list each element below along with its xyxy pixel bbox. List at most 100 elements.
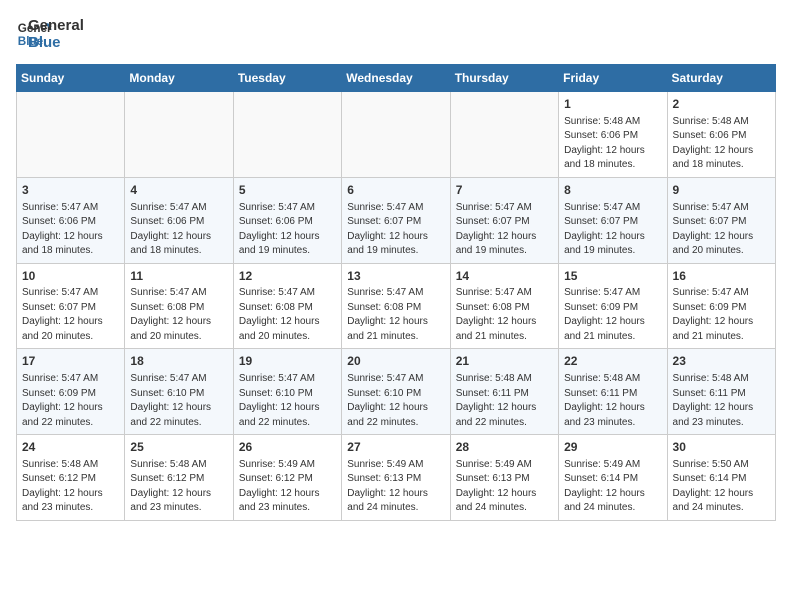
day-info: Sunrise: 5:47 AMSunset: 6:08 PMDaylight:…: [239, 286, 336, 344]
calendar-cell: 7 Sunrise: 5:47 AMSunset: 6:07 PMDaylight…: [450, 177, 558, 263]
day-number: 1: [564, 96, 661, 113]
calendar-header-friday: Friday: [559, 65, 667, 92]
day-info: Sunrise: 5:47 AMSunset: 6:10 PMDaylight:…: [347, 372, 444, 430]
day-number: 16: [673, 268, 770, 285]
day-info: Sunrise: 5:47 AMSunset: 6:06 PMDaylight:…: [22, 201, 119, 259]
calendar-cell: 24Sunrise: 5:48 AMSunset: 6:12 PMDayligh…: [17, 435, 125, 521]
calendar-cell: 5 Sunrise: 5:47 AMSunset: 6:06 PMDaylight…: [233, 177, 341, 263]
calendar-cell: 14Sunrise: 5:47 AMSunset: 6:08 PMDayligh…: [450, 263, 558, 349]
day-info: Sunrise: 5:49 AMSunset: 6:13 PMDaylight:…: [347, 458, 444, 516]
day-info: Sunrise: 5:47 AMSunset: 6:06 PMDaylight:…: [239, 201, 336, 259]
calendar-header-tuesday: Tuesday: [233, 65, 341, 92]
day-number: 17: [22, 353, 119, 370]
day-info: Sunrise: 5:47 AMSunset: 6:07 PMDaylight:…: [564, 201, 661, 259]
day-number: 27: [347, 439, 444, 456]
day-info: Sunrise: 5:47 AMSunset: 6:07 PMDaylight:…: [347, 201, 444, 259]
calendar-cell: 6 Sunrise: 5:47 AMSunset: 6:07 PMDaylight…: [342, 177, 450, 263]
calendar-week-4: 17 Sunrise: 5:47 AMSunset: 6:09 PMDayligh…: [17, 349, 776, 435]
calendar-cell: 10Sunrise: 5:47 AMSunset: 6:07 PMDayligh…: [17, 263, 125, 349]
calendar-cell: 23 Sunrise: 5:48 AMSunset: 6:11 PMDayligh…: [667, 349, 775, 435]
calendar-cell: 18 Sunrise: 5:47 AMSunset: 6:10 PMDayligh…: [125, 349, 233, 435]
calendar-cell: 4 Sunrise: 5:47 AMSunset: 6:06 PMDaylight…: [125, 177, 233, 263]
calendar-cell: 25Sunrise: 5:48 AMSunset: 6:12 PMDayligh…: [125, 435, 233, 521]
day-info: Sunrise: 5:48 AMSunset: 6:12 PMDaylight:…: [130, 458, 227, 516]
day-number: 4: [130, 182, 227, 199]
day-number: 6: [347, 182, 444, 199]
day-info: Sunrise: 5:50 AMSunset: 6:14 PMDaylight:…: [673, 458, 770, 516]
day-info: Sunrise: 5:49 AMSunset: 6:12 PMDaylight:…: [239, 458, 336, 516]
day-number: 30: [673, 439, 770, 456]
day-number: 19: [239, 353, 336, 370]
calendar-cell: 30 Sunrise: 5:50 AMSunset: 6:14 PMDayligh…: [667, 435, 775, 521]
calendar-week-3: 10Sunrise: 5:47 AMSunset: 6:07 PMDayligh…: [17, 263, 776, 349]
day-number: 7: [456, 182, 553, 199]
day-number: 12: [239, 268, 336, 285]
day-info: Sunrise: 5:49 AMSunset: 6:14 PMDaylight:…: [564, 458, 661, 516]
calendar-header-thursday: Thursday: [450, 65, 558, 92]
calendar-week-2: 3Sunrise: 5:47 AMSunset: 6:06 PMDaylight…: [17, 177, 776, 263]
calendar-header-sunday: Sunday: [17, 65, 125, 92]
calendar-week-1: 1 Sunrise: 5:48 AMSunset: 6:06 PMDaylight…: [17, 92, 776, 178]
calendar-cell: 17 Sunrise: 5:47 AMSunset: 6:09 PMDayligh…: [17, 349, 125, 435]
day-number: 2: [673, 96, 770, 113]
calendar-cell: [233, 92, 341, 178]
calendar-cell: 26 Sunrise: 5:49 AMSunset: 6:12 PMDayligh…: [233, 435, 341, 521]
calendar-cell: 8 Sunrise: 5:47 AMSunset: 6:07 PMDaylight…: [559, 177, 667, 263]
day-number: 24: [22, 439, 119, 456]
calendar-cell: 13Sunrise: 5:47 AMSunset: 6:08 PMDayligh…: [342, 263, 450, 349]
calendar-cell: [450, 92, 558, 178]
day-number: 15: [564, 268, 661, 285]
day-info: Sunrise: 5:48 AMSunset: 6:11 PMDaylight:…: [673, 372, 770, 430]
day-number: 5: [239, 182, 336, 199]
day-number: 9: [673, 182, 770, 199]
calendar-cell: 9 Sunrise: 5:47 AMSunset: 6:07 PMDaylight…: [667, 177, 775, 263]
day-info: Sunrise: 5:49 AMSunset: 6:13 PMDaylight:…: [456, 458, 553, 516]
day-info: Sunrise: 5:47 AMSunset: 6:07 PMDaylight:…: [22, 286, 119, 344]
day-info: Sunrise: 5:47 AMSunset: 6:07 PMDaylight:…: [673, 201, 770, 259]
calendar-cell: 20 Sunrise: 5:47 AMSunset: 6:10 PMDayligh…: [342, 349, 450, 435]
day-number: 28: [456, 439, 553, 456]
calendar-cell: 11Sunrise: 5:47 AMSunset: 6:08 PMDayligh…: [125, 263, 233, 349]
logo: General Blue General Blue: [16, 16, 84, 52]
day-info: Sunrise: 5:47 AMSunset: 6:09 PMDaylight:…: [673, 286, 770, 344]
day-info: Sunrise: 5:47 AMSunset: 6:10 PMDaylight:…: [130, 372, 227, 430]
day-info: Sunrise: 5:47 AMSunset: 6:07 PMDaylight:…: [456, 201, 553, 259]
calendar-cell: 12Sunrise: 5:47 AMSunset: 6:08 PMDayligh…: [233, 263, 341, 349]
calendar-cell: 29 Sunrise: 5:49 AMSunset: 6:14 PMDayligh…: [559, 435, 667, 521]
day-info: Sunrise: 5:48 AMSunset: 6:11 PMDaylight:…: [456, 372, 553, 430]
calendar-cell: 22 Sunrise: 5:48 AMSunset: 6:11 PMDayligh…: [559, 349, 667, 435]
day-number: 22: [564, 353, 661, 370]
calendar-header-wednesday: Wednesday: [342, 65, 450, 92]
page-header: General Blue General Blue: [16, 16, 776, 52]
calendar-table: SundayMondayTuesdayWednesdayThursdayFrid…: [16, 64, 776, 521]
calendar-week-5: 24 Sunrise: 5:48 AMSunset: 6:12 PMDayligh…: [17, 435, 776, 521]
day-number: 29: [564, 439, 661, 456]
day-info: Sunrise: 5:48 AMSunset: 6:06 PMDaylight:…: [564, 115, 661, 173]
day-number: 11: [130, 268, 227, 285]
day-info: Sunrise: 5:47 AMSunset: 6:09 PMDaylight:…: [22, 372, 119, 430]
day-info: Sunrise: 5:47 AMSunset: 6:08 PMDaylight:…: [347, 286, 444, 344]
day-number: 10: [22, 268, 119, 285]
day-info: Sunrise: 5:48 AMSunset: 6:11 PMDaylight:…: [564, 372, 661, 430]
calendar-header-monday: Monday: [125, 65, 233, 92]
calendar-cell: 27 Sunrise: 5:49 AMSunset: 6:13 PMDayligh…: [342, 435, 450, 521]
calendar-cell: [125, 92, 233, 178]
logo-general: General: [28, 17, 84, 34]
calendar-header-saturday: Saturday: [667, 65, 775, 92]
day-number: 18: [130, 353, 227, 370]
day-number: 20: [347, 353, 444, 370]
calendar-header-row: SundayMondayTuesdayWednesdayThursdayFrid…: [17, 65, 776, 92]
day-info: Sunrise: 5:47 AMSunset: 6:06 PMDaylight:…: [130, 201, 227, 259]
day-number: 8: [564, 182, 661, 199]
day-number: 26: [239, 439, 336, 456]
day-info: Sunrise: 5:47 AMSunset: 6:10 PMDaylight:…: [239, 372, 336, 430]
calendar-cell: 16Sunrise: 5:47 AMSunset: 6:09 PMDayligh…: [667, 263, 775, 349]
day-number: 23: [673, 353, 770, 370]
day-number: 13: [347, 268, 444, 285]
day-number: 21: [456, 353, 553, 370]
calendar-cell: [342, 92, 450, 178]
calendar-cell: 3Sunrise: 5:47 AMSunset: 6:06 PMDaylight…: [17, 177, 125, 263]
day-info: Sunrise: 5:47 AMSunset: 6:08 PMDaylight:…: [456, 286, 553, 344]
logo-blue: Blue: [28, 34, 84, 51]
calendar-cell: 28 Sunrise: 5:49 AMSunset: 6:13 PMDayligh…: [450, 435, 558, 521]
